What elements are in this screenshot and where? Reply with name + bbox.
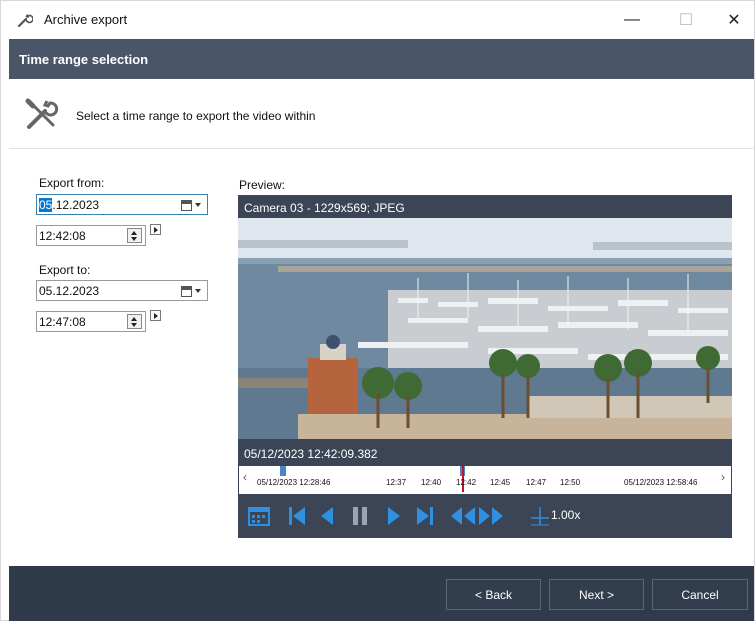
timeline-tick: 12:42 — [456, 478, 477, 487]
step-back-icon[interactable] — [320, 506, 334, 526]
timeline-prev-icon[interactable]: ‹ — [243, 470, 247, 484]
timeline-tick: 12:37 — [386, 478, 407, 487]
export-to-time-field[interactable]: 12:47:08 — [36, 311, 146, 332]
timeline-tick: 12:47 — [526, 478, 547, 487]
camera-caption: Camera 03 - 1229x569; JPEG — [238, 195, 732, 218]
maximize-button[interactable]: ☐ — [663, 1, 709, 39]
export-to-label: Export to: — [39, 263, 91, 277]
skip-to-end-icon[interactable] — [416, 506, 434, 526]
minimize-button[interactable]: — — [609, 1, 655, 39]
back-button[interactable]: < Back — [446, 579, 541, 610]
export-from-date-field[interactable]: 05.12.2023 — [36, 194, 208, 215]
timeline-tick: 12:45 — [490, 478, 511, 487]
play-icon[interactable] — [387, 506, 401, 526]
export-to-date-value: 05.12.2023 — [39, 284, 100, 298]
fast-forward-icon[interactable] — [478, 506, 504, 526]
timeline-scrubber[interactable]: ‹ › 05/12/2023 12:28:46 12:37 12:40 12:4… — [238, 466, 732, 494]
play-small-icon[interactable] — [150, 224, 161, 235]
timeline-tick: 12:50 — [560, 478, 581, 487]
export-to-time-value: 12:47:08 — [39, 315, 86, 329]
cancel-button[interactable]: Cancel — [652, 579, 748, 610]
export-from-time-field[interactable]: 12:42:08 — [36, 225, 146, 246]
close-button[interactable]: ✕ — [711, 1, 755, 39]
playback-controls: 1.00x — [238, 494, 732, 538]
next-button[interactable]: Next > — [549, 579, 644, 610]
preview-panel: Camera 03 - 1229x569; JPEG 05/12/2023 12… — [238, 195, 732, 538]
timeline-end-label: 05/12/2023 12:58:46 — [624, 478, 698, 487]
window-title: Archive export — [44, 12, 128, 27]
footer-bar: < Back Next > Cancel — [9, 566, 754, 621]
calendar-dropdown-icon[interactable] — [181, 284, 203, 298]
calendar-dropdown-icon[interactable] — [181, 198, 203, 212]
title-bar: Archive export — ☐ ✕ — [1, 1, 754, 39]
time-spinner-icon[interactable] — [127, 314, 142, 329]
rewind-icon[interactable] — [450, 506, 476, 526]
preview-label: Preview: — [239, 178, 286, 192]
timeline-start-marker[interactable] — [280, 466, 286, 476]
play-small-icon[interactable] — [150, 310, 161, 321]
timeline-tick: 12:40 — [421, 478, 442, 487]
pause-icon[interactable] — [352, 506, 368, 526]
export-from-date-day[interactable]: 05 — [39, 198, 53, 212]
wrench-icon — [17, 14, 33, 28]
playback-speed: 1.00x — [551, 508, 581, 522]
time-spinner-icon[interactable] — [127, 228, 142, 243]
tools-icon — [25, 98, 59, 129]
archive-export-window: Archive export — ☐ ✕ Time range selectio… — [0, 0, 755, 621]
calendar-icon[interactable] — [248, 506, 270, 526]
description-text: Select a time range to export the video … — [76, 109, 316, 123]
timeline-next-icon[interactable]: › — [721, 470, 725, 484]
export-to-date-field[interactable]: 05.12.2023 — [36, 280, 208, 301]
export-from-label: Export from: — [39, 176, 105, 190]
export-from-time-value: 12:42:08 — [39, 229, 86, 243]
export-from-date-rest: .12.2023 — [52, 198, 100, 212]
video-frame[interactable] — [238, 218, 732, 439]
speed-slider-icon[interactable] — [530, 506, 550, 526]
timeline-start-label: 05/12/2023 12:28:46 — [257, 478, 331, 487]
skip-to-start-icon[interactable] — [288, 506, 306, 526]
description-panel: Select a time range to export the video … — [9, 79, 754, 149]
section-header: Time range selection — [9, 39, 754, 79]
playback-timestamp: 05/12/2023 12:42:09.382 — [238, 445, 732, 466]
